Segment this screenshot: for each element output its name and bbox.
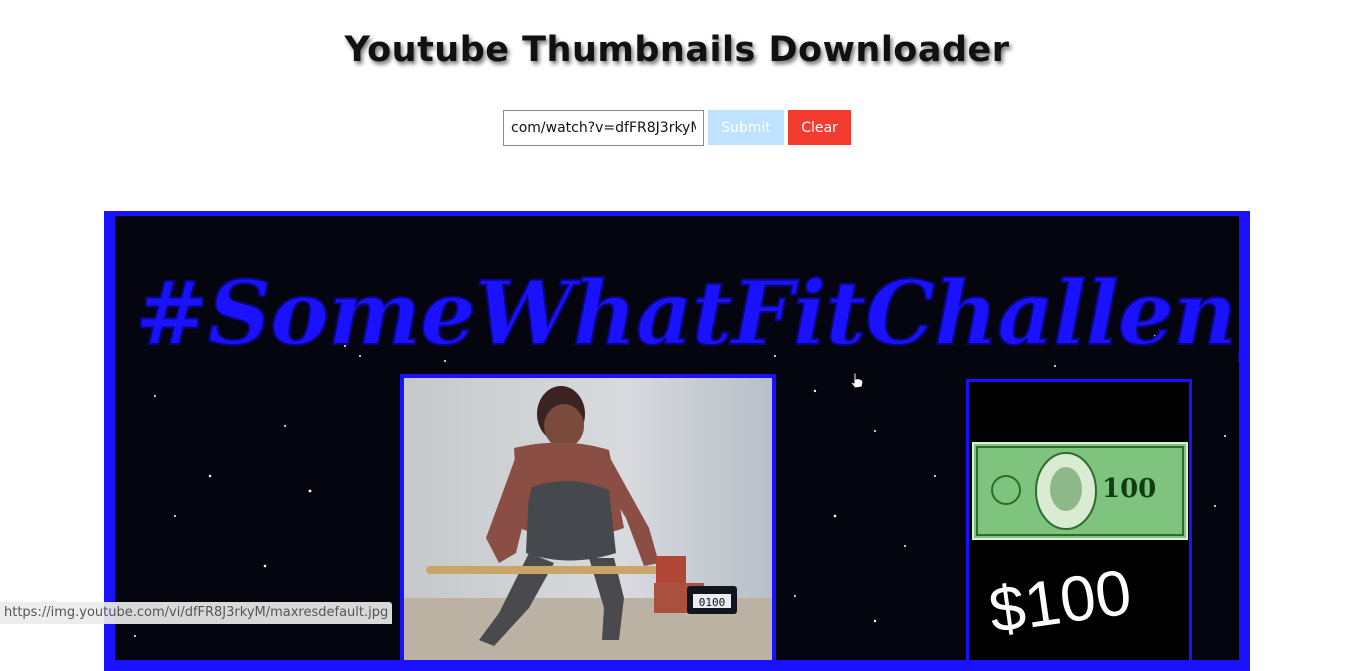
hand-pointer-icon: [850, 372, 864, 389]
prize-amount: $100: [984, 555, 1136, 647]
thumbnail-headline: #SomeWhatFitChallenge: [134, 260, 1250, 366]
url-input[interactable]: [503, 110, 704, 146]
submit-button[interactable]: Submit: [708, 110, 784, 145]
svg-text:0100: 0100: [699, 596, 726, 609]
status-bar-url: https://img.youtube.com/vi/dfFR8J3rkyM/m…: [0, 602, 393, 624]
prize-panel: 100 $100: [966, 379, 1192, 660]
clear-button[interactable]: Clear: [788, 110, 851, 145]
challenge-photo: 0100: [400, 374, 776, 660]
dollar-bill-image: 100: [972, 442, 1188, 540]
page-title: Youtube Thumbnails Downloader: [344, 30, 1010, 70]
url-form: Submit Clear: [503, 110, 851, 146]
bill-denomination: 100: [1102, 474, 1157, 504]
